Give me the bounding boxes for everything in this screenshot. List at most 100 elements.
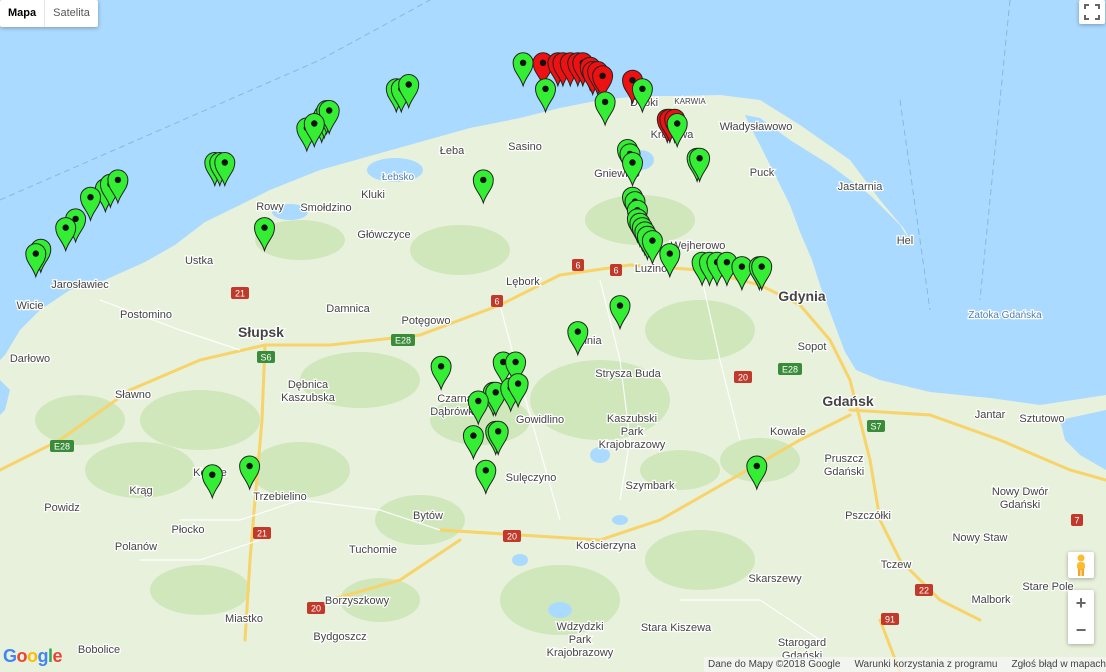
place-label: Postomino [120, 309, 172, 321]
road-shield: E28 [50, 440, 74, 452]
place-label: Ustka [185, 255, 214, 267]
road-shield: 7 [1071, 514, 1083, 526]
road-shield: 91 [881, 613, 899, 625]
map-footer: Dane do Mapy ©2018 Google Warunki korzys… [704, 657, 1106, 672]
road-shield-label: 6 [575, 261, 580, 271]
place-label: Rowy [256, 201, 284, 213]
zoom-control: + − [1068, 590, 1094, 644]
road-shield: 6 [610, 264, 622, 276]
road-shield-label: 20 [738, 373, 748, 383]
place-label: Puck [750, 167, 775, 179]
place-label: Kościerzyna [576, 540, 637, 552]
place-label: Tczew [881, 559, 912, 571]
place-label: Nowy Dwór Gdański [992, 486, 1049, 511]
place-label: Stara Kiszewa [641, 622, 712, 634]
fullscreen-icon [1084, 4, 1100, 20]
road-shield: 6 [572, 259, 584, 271]
road-shield-label: 7 [1074, 516, 1079, 526]
road-shield: E28 [778, 363, 802, 375]
road-shield-label: 22 [919, 586, 929, 596]
place-label: Darłowo [10, 353, 50, 365]
road-shield-label: 21 [257, 529, 267, 539]
place-label: Bobolice [78, 644, 120, 656]
road-shield-label: 20 [311, 604, 321, 614]
place-label: Jastarnia [838, 181, 884, 193]
place-label: Kowale [770, 426, 806, 438]
place-label: Gowidlino [516, 414, 564, 426]
place-label: Bydgoszcz [313, 631, 366, 643]
place-label: Wicie [17, 300, 44, 312]
place-label: Lębork [506, 276, 540, 288]
map-type-map-button[interactable]: Mapa [0, 0, 44, 27]
place-label: Gdynia [778, 288, 826, 304]
road-shield-label: E28 [782, 365, 798, 375]
road-shield: 21 [253, 527, 271, 539]
place-label: Gdańsk [822, 393, 874, 409]
place-label: Szymbark [626, 480, 675, 492]
place-label: Trzebielino [253, 491, 306, 503]
place-label: Sasino [508, 141, 542, 153]
place-label: Strysza Buda [595, 368, 661, 380]
road-shield-label: 6 [613, 266, 618, 276]
place-label: Krąg [129, 485, 152, 497]
terms-link[interactable]: Warunki korzystania z programu [854, 659, 997, 670]
place-label: Sztutowo [1019, 413, 1064, 425]
place-label: Pruszcz Gdański [824, 453, 864, 478]
place-label: Sławno [115, 389, 151, 401]
google-logo[interactable]: Google [3, 646, 63, 667]
place-label: Powidz [44, 502, 79, 514]
place-label: Malbork [971, 594, 1011, 606]
pegman-icon [1077, 554, 1085, 576]
road-shield: E28 [391, 334, 415, 346]
place-label: Płocko [171, 524, 204, 536]
report-error-link[interactable]: Zgłoś błąd w mapach [1011, 659, 1106, 670]
place-label: Jantar [975, 409, 1006, 421]
road-shield: 6 [491, 295, 503, 307]
road-shield-label: E28 [395, 336, 411, 346]
place-label: Sopot [798, 341, 827, 353]
place-label: Pszczółki [845, 510, 891, 522]
place-label: Potęgowo [402, 315, 451, 327]
road-shield: 22 [915, 584, 933, 596]
road-shield-label: S6 [260, 353, 271, 363]
place-label: Luzino [635, 263, 667, 275]
place-label: Jarosławiec [51, 279, 109, 291]
map-canvas[interactable]: E28 21 S6 E28 6 6 6 20 E28 S7 7 20 21 20 91 22 Łeba Sasi… [0, 0, 1106, 672]
road-shield: 21 [231, 287, 249, 299]
road-shield-label: S7 [870, 422, 881, 432]
road-shield: S7 [867, 420, 885, 432]
place-label: Kluki [361, 189, 385, 201]
place-label: Miastko [225, 613, 263, 625]
map-type-satellite-button[interactable]: Satelita [45, 0, 98, 27]
place-label: Zatoka Gdańska [968, 310, 1042, 321]
place-label: Polanów [115, 541, 157, 553]
place-label: Stare Pole [1022, 581, 1073, 593]
map-data-attribution[interactable]: Dane do Mapy ©2018 Google [708, 659, 840, 670]
place-label: Nowy Staw [952, 532, 1007, 544]
place-label: Władysławowo [720, 121, 793, 133]
road-shield-label: E28 [54, 442, 70, 452]
place-label: Słupsk [238, 324, 284, 340]
place-label: Tuchomie [349, 544, 397, 556]
place-label: Skarszewy [748, 573, 802, 585]
place-label: Łebsko [382, 172, 415, 183]
place-label: Dębnica Kaszubska [281, 379, 336, 404]
zoom-out-button[interactable]: − [1068, 617, 1094, 644]
place-label: Smołdzino [300, 202, 351, 214]
road-shield-label: 6 [494, 297, 499, 307]
place-label: Łeba [440, 145, 465, 157]
place-label: Bytów [413, 510, 443, 522]
fullscreen-button[interactable] [1079, 0, 1105, 24]
place-label: Sulęczyno [506, 472, 557, 484]
road-shield: 20 [734, 371, 752, 383]
road-shield-label: 20 [507, 532, 517, 542]
road-shield: 20 [307, 602, 325, 614]
place-label: Główczyce [357, 229, 410, 241]
place-label: Borzyszkowy [325, 595, 390, 607]
street-view-pegman-button[interactable] [1068, 552, 1094, 578]
road-shield: S6 [257, 351, 275, 363]
place-label: Damnica [326, 303, 370, 315]
road-shield-label: 21 [235, 289, 245, 299]
zoom-in-button[interactable]: + [1068, 590, 1094, 617]
road-shield-label: 91 [885, 615, 895, 625]
